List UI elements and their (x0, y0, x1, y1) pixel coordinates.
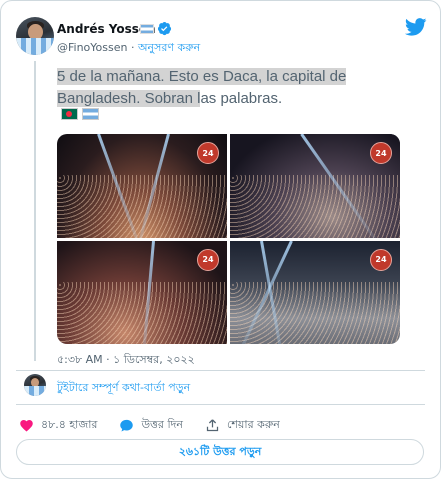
like-count: ৪৮.৪ হাজার (41, 418, 98, 431)
share-button[interactable]: শেয়ার করুন (205, 416, 280, 435)
author-handle[interactable]: @FinoYossen (57, 41, 127, 54)
read-replies-button[interactable]: ২৬১টি উত্তর পড়ুন (16, 439, 424, 465)
bangladesh-flag-icon (61, 108, 78, 120)
thread-connector-line (34, 61, 36, 361)
photo-4[interactable]: 24 (230, 240, 400, 344)
twitter-bird-icon[interactable] (405, 18, 427, 36)
tweet-text-line-2-highlighted: Bangladesh. Sobran l (57, 90, 201, 107)
reply-button[interactable]: উত্তর দিন (119, 416, 183, 435)
tweet-emoji-flags (61, 108, 99, 120)
channel-logo-icon: 24 (197, 248, 219, 271)
reply-label: উত্তর দিন (141, 418, 183, 431)
verified-badge-icon (157, 21, 172, 36)
divider-top (16, 370, 425, 371)
tweet-embed-card: Andrés Yossen @FinoYossen · অনুসরণ করুন … (0, 0, 441, 479)
tweet-actions: ৪৮.৪ হাজার উত্তর দিন শেয়ার করুন (19, 416, 280, 435)
read-conversation-link[interactable]: টুইটারে সম্পূর্ণ কথা-বার্তা পড়ুন (57, 379, 190, 398)
photo-3[interactable]: 24 (57, 240, 227, 344)
photo-1[interactable]: 24 (57, 134, 227, 238)
share-icon (206, 419, 219, 432)
channel-logo-icon: 24 (197, 142, 219, 164)
separator-dot: · (130, 41, 135, 54)
photo-2[interactable]: 24 (230, 134, 400, 238)
heart-icon (20, 420, 33, 432)
argentina-flag-icon (82, 108, 99, 120)
divider-bottom (16, 404, 425, 405)
channel-logo-icon: 24 (370, 248, 392, 271)
tweet-text-line-1: 5 de la mañana. Esto es Daca, la capital… (57, 68, 347, 85)
author-avatar[interactable] (16, 17, 54, 55)
reply-bubble-icon (120, 419, 134, 432)
like-button[interactable]: ৪৮.৪ হাজার (19, 416, 97, 435)
tweet-text: 5 de la mañana. Esto es Daca, la capital… (57, 66, 387, 110)
media-grid: 24 24 24 24 (57, 134, 400, 344)
tweet-timestamp[interactable]: ৫:৩৮ AM · ১ ডিসেম্বর, ২০২২ (57, 351, 195, 370)
argentina-flag-icon (140, 24, 154, 34)
channel-logo-icon: 24 (370, 142, 392, 164)
author-avatar-small[interactable] (24, 374, 46, 396)
author-handle-row: @FinoYossen · অনুসরণ করুন (57, 39, 200, 58)
tweet-text-line-2-rest: as palabras. (200, 90, 283, 107)
share-label: শেয়ার করুন (226, 418, 280, 431)
follow-link[interactable]: অনুসরণ করুন (138, 41, 200, 54)
